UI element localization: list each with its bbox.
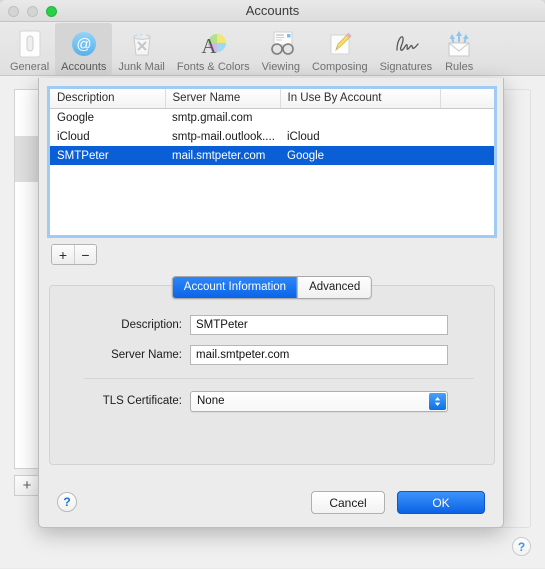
table-row-selected[interactable]: SMTPeter mail.smtpeter.com Google — [50, 146, 494, 165]
cell-in-use-by: Google — [280, 146, 440, 165]
screen: Accounts General @ Accounts Junk Mail A … — [0, 0, 545, 569]
cell-extra — [440, 127, 494, 146]
cell-server-name: smtp-mail.outlook.... — [172, 130, 275, 143]
list-controls: + − — [51, 244, 97, 265]
column-header-description[interactable]: Description — [50, 89, 166, 109]
window-title: Accounts — [245, 3, 300, 18]
tls-certificate-row: TLS Certificate: None — [84, 390, 448, 412]
tab-account-information[interactable]: Account Information — [172, 277, 298, 298]
table-row[interactable]: iCloud smtp-mail.outlook.... iCloud — [50, 127, 494, 146]
description-label: Description: — [121, 319, 182, 331]
cell-in-use-by — [280, 108, 440, 127]
tls-certificate-value: None — [197, 395, 225, 407]
server-name-row: Server Name: mail.smtpeter.com — [84, 344, 448, 366]
sheet-help-button[interactable]: ? — [57, 492, 77, 512]
cancel-button[interactable]: Cancel — [311, 491, 385, 514]
table-header-row: Description Server Name In Use By Accoun… — [50, 89, 494, 109]
remove-server-button[interactable]: − — [74, 245, 96, 264]
smtp-server-table[interactable]: Description Server Name In Use By Accoun… — [47, 86, 497, 238]
cell-in-use-by: iCloud — [287, 130, 320, 143]
detail-tabs: Account Information Advanced — [171, 276, 373, 299]
tab-advanced[interactable]: Advanced — [297, 277, 372, 298]
server-name-input[interactable]: mail.smtpeter.com — [190, 345, 448, 365]
cell-extra — [440, 108, 494, 127]
column-header-server-name[interactable]: Server Name — [165, 89, 281, 109]
cell-server-name: smtp.gmail.com — [172, 111, 253, 124]
form-divider — [84, 378, 474, 379]
table-row[interactable]: Google smtp.gmail.com — [50, 108, 494, 127]
column-header-extra[interactable] — [440, 89, 494, 109]
description-input[interactable]: SMTPeter — [190, 315, 448, 335]
title-bar: Accounts — [0, 0, 545, 22]
description-row: Description: SMTPeter — [84, 314, 448, 336]
column-header-in-use-by-account[interactable]: In Use By Account — [280, 89, 441, 109]
cell-extra — [440, 146, 494, 165]
tls-certificate-select[interactable]: None — [190, 390, 448, 412]
cell-description: Google — [57, 111, 95, 124]
smtp-server-sheet: Description Server Name In Use By Accoun… — [38, 78, 504, 528]
server-detail-box: Account Information Advanced Description… — [49, 276, 495, 465]
ok-button[interactable]: OK — [397, 491, 485, 514]
add-server-button[interactable]: + — [52, 245, 74, 264]
cell-server-name: mail.smtpeter.com — [165, 146, 280, 165]
tls-certificate-label: TLS Certificate: — [102, 395, 182, 407]
server-name-label: Server Name: — [111, 349, 182, 361]
cell-description: iCloud — [57, 130, 90, 143]
chevron-up-down-icon[interactable] — [429, 392, 446, 410]
cell-description: SMTPeter — [50, 146, 165, 165]
